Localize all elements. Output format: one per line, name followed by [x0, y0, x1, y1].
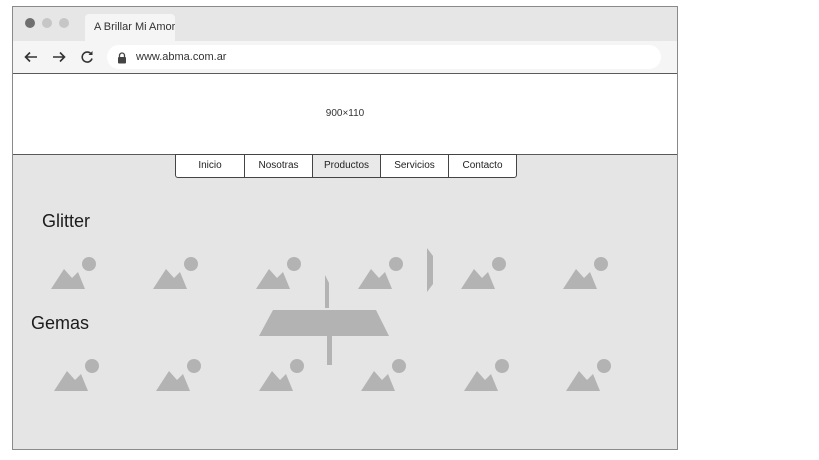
- title-bar: A Brillar Mi Amor: [13, 7, 677, 41]
- image-placeholder-icon: [153, 255, 201, 291]
- navigation-bar: www.abma.com.ar: [13, 41, 677, 74]
- window-minimize-dot[interactable]: [42, 18, 52, 28]
- forward-arrow-icon[interactable]: [51, 49, 67, 65]
- banner-size-label: 900×110: [325, 108, 365, 119]
- back-arrow-icon[interactable]: [23, 49, 39, 65]
- lock-icon: [117, 51, 127, 69]
- window-close-dot[interactable]: [25, 18, 35, 28]
- image-placeholder-icon: [460, 255, 509, 291]
- image-placeholder-icon: [258, 357, 307, 393]
- image-placeholder-icon: [54, 357, 102, 393]
- section-title-gemas: Gemas: [31, 313, 90, 333]
- image-placeholder-icon: [255, 255, 304, 291]
- menu-item-contacto[interactable]: Contacto: [448, 155, 516, 177]
- menu-item-servicios[interactable]: Servicios: [380, 155, 448, 177]
- header-banner-placeholder: 900×110: [13, 74, 677, 155]
- reload-icon[interactable]: [79, 49, 95, 65]
- glitch-sliver-artifact: [427, 248, 433, 292]
- image-placeholder-icon: [563, 255, 611, 291]
- browser-tab[interactable]: A Brillar Mi Amor: [85, 14, 175, 41]
- section-title-glitter: Glitter: [42, 211, 91, 231]
- menu-item-nosotras[interactable]: Nosotras: [244, 155, 312, 177]
- address-bar[interactable]: www.abma.com.ar: [107, 45, 661, 69]
- tab-title: A Brillar Mi Amor: [94, 21, 175, 33]
- image-placeholder-icon: [463, 357, 512, 393]
- menu-item-productos[interactable]: Productos: [312, 155, 380, 177]
- image-placeholder-icon: [358, 255, 406, 291]
- url-text: www.abma.com.ar: [136, 51, 227, 63]
- image-placeholder-icon: [361, 357, 409, 393]
- window-maximize-dot[interactable]: [59, 18, 69, 28]
- menu-item-inicio[interactable]: Inicio: [176, 155, 244, 177]
- browser-window: A Brillar Mi Amor www.abma.com.ar 900×11…: [12, 6, 678, 450]
- image-placeholder-icon: [156, 357, 204, 393]
- image-placeholder-icon: [51, 255, 99, 291]
- image-placeholder-icon: [566, 357, 614, 393]
- main-menu: Inicio Nosotras Productos Servicios Cont…: [175, 154, 517, 178]
